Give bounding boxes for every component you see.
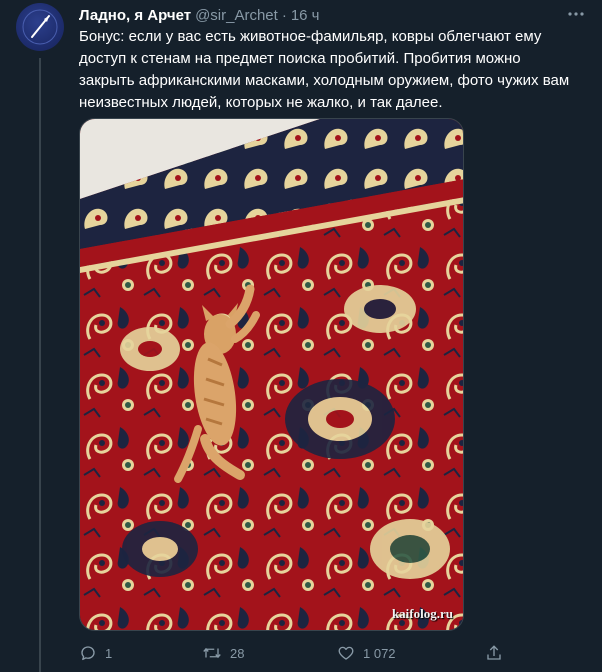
thread-line [39, 58, 41, 672]
more-dots-icon [568, 12, 584, 16]
avatar-column [16, 0, 64, 672]
share-icon [487, 645, 501, 660]
reply-icon [81, 646, 95, 661]
reply-button[interactable]: 1 [79, 641, 112, 665]
reply-count: 1 [105, 645, 113, 661]
avatar[interactable] [16, 3, 64, 51]
compass-needle-icon [22, 9, 58, 45]
like-count: 1 072 [363, 645, 396, 661]
more-options-button[interactable] [566, 4, 586, 24]
tweet-actions: 1 28 1 072 [79, 641, 509, 665]
timestamp[interactable]: 16 ч [291, 7, 320, 24]
retweet-button[interactable]: 28 [202, 641, 244, 665]
tweet-text: Бонус: если у вас есть животное-фамильяр… [79, 28, 570, 111]
tweet-header: Ладно, я Арчет @sir_Archet · 16 ч [79, 5, 319, 25]
heart-icon [338, 646, 354, 660]
tweet[interactable]: Ладно, я Арчет @sir_Archet · 16 ч Бонус:… [0, 0, 602, 672]
share-button[interactable] [485, 641, 503, 665]
display-name[interactable]: Ладно, я Арчет [79, 7, 191, 24]
retweet-icon [203, 647, 221, 659]
tweet-photo[interactable]: kaifolog.ru [79, 118, 464, 631]
separator-dot: · [281, 6, 287, 24]
image-watermark: kaifolog.ru [391, 606, 453, 621]
carpet-cat-image [80, 119, 463, 630]
like-button[interactable]: 1 072 [337, 641, 396, 665]
user-handle[interactable]: @sir_Archet [195, 7, 278, 24]
retweet-count: 28 [230, 645, 245, 661]
